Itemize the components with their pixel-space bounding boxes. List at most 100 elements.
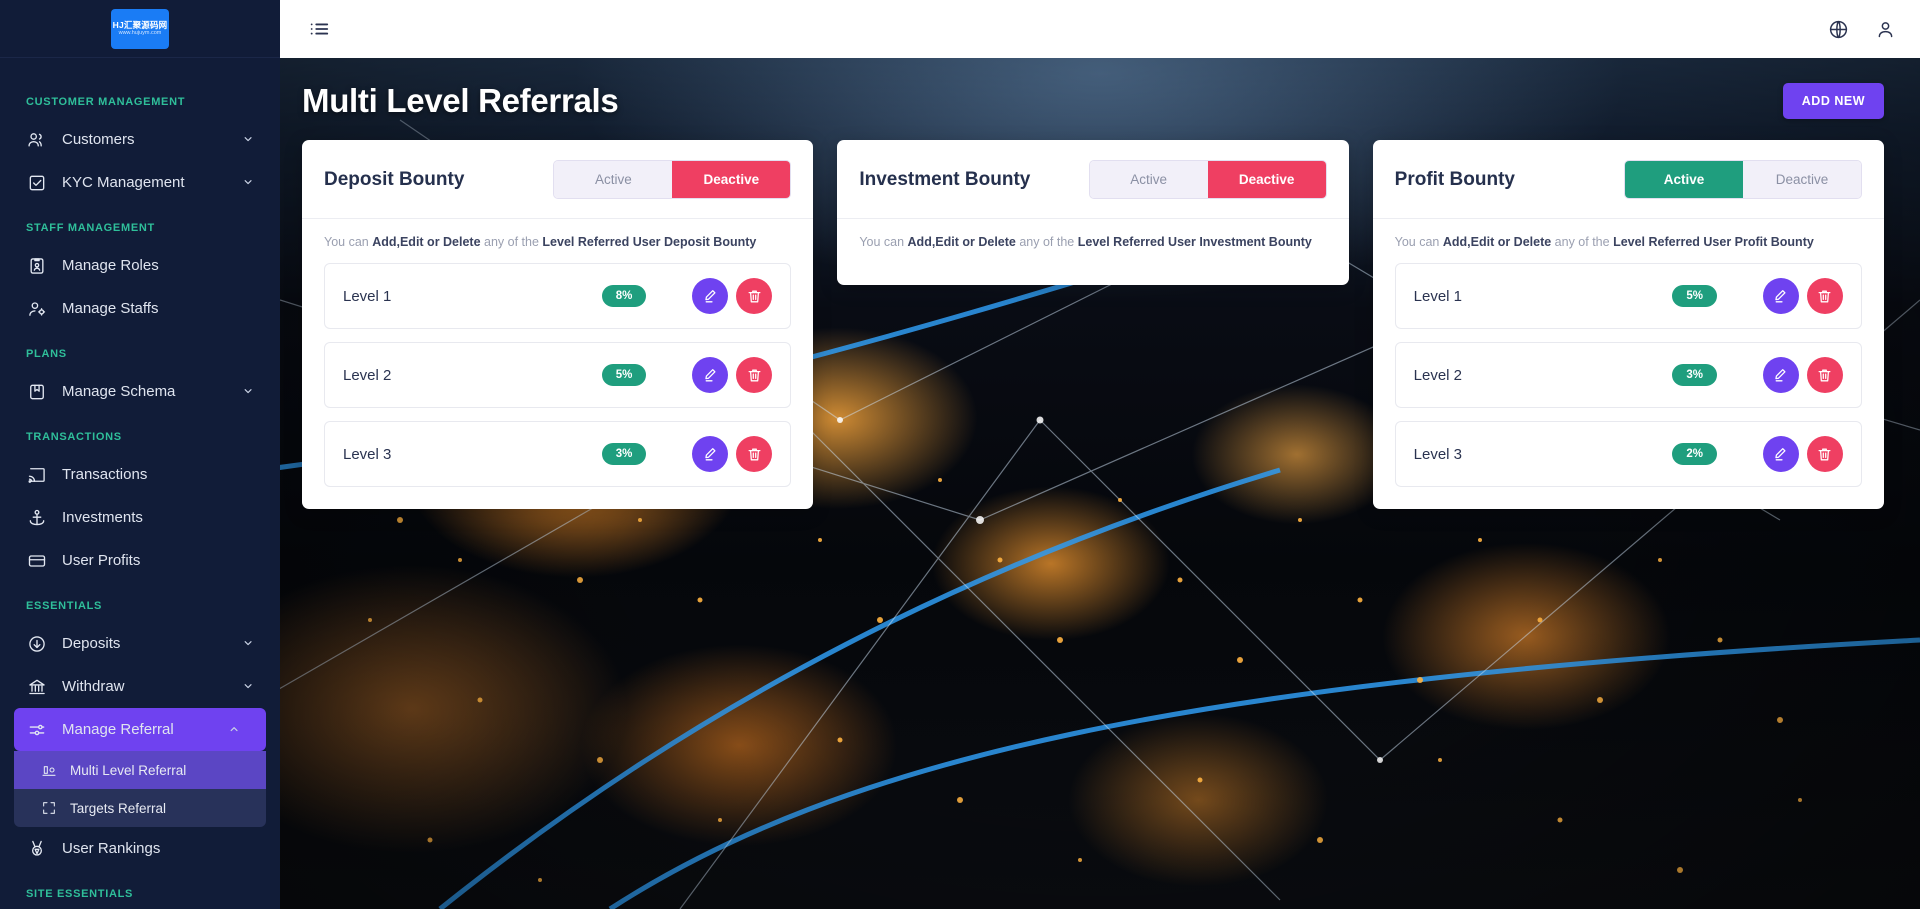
delete-level-button[interactable] bbox=[1806, 278, 1843, 314]
hint-subject: Level Referred User Deposit Bounty bbox=[542, 235, 757, 249]
card-title: Investment Bounty bbox=[859, 168, 1031, 190]
toggle-active-button[interactable]: Active bbox=[1624, 161, 1743, 198]
delete-level-button[interactable] bbox=[736, 357, 773, 393]
edit-level-button[interactable] bbox=[1762, 357, 1799, 393]
level-row: Level 1 5% bbox=[1394, 263, 1862, 329]
delete-level-button[interactable] bbox=[1806, 436, 1843, 472]
sidebar-item-manage-schema[interactable]: Manage Schema bbox=[0, 370, 280, 413]
sidebar-item-deposits[interactable]: Deposits bbox=[0, 622, 280, 665]
level-row: Level 3 3% bbox=[324, 421, 792, 487]
sidebar-item-manage-roles[interactable]: Manage Roles bbox=[0, 244, 280, 287]
card-body: You can Add,Edit or Delete any of the Le… bbox=[1373, 219, 1884, 509]
level-row: Level 3 2% bbox=[1394, 421, 1862, 487]
level-actions bbox=[1762, 436, 1843, 472]
hint-middle: any of the bbox=[480, 235, 543, 249]
delete-level-button[interactable] bbox=[736, 436, 773, 472]
app-root: HJ汇聚源码网 www.hujuym.com CUSTOMER MANAGEME… bbox=[0, 0, 1920, 909]
level-name: Level 3 bbox=[343, 445, 392, 463]
sidebar-subitem-multi-level-referral[interactable]: Multi Level Referral bbox=[14, 751, 266, 789]
add-new-button[interactable]: ADD NEW bbox=[1782, 83, 1884, 119]
level-actions bbox=[692, 278, 773, 314]
users-icon bbox=[26, 129, 48, 151]
hint-subject: Level Referred User Investment Bounty bbox=[1077, 235, 1312, 249]
chevron-down-icon bbox=[244, 133, 258, 147]
sidebar-item-user-rankings[interactable]: User Rankings bbox=[0, 827, 280, 870]
hint-actions: Add,Edit or Delete bbox=[1442, 235, 1552, 249]
sidebar-item-label: Manage Staffs bbox=[62, 300, 159, 317]
sidebar-section-label: TRANSACTIONS bbox=[26, 431, 122, 443]
sidebar-item-label: Customers bbox=[62, 131, 135, 148]
toggle-deactive-button[interactable]: Deactive bbox=[1207, 161, 1326, 198]
sidebar-subitem-label: Multi Level Referral bbox=[70, 762, 187, 778]
hint-middle: any of the bbox=[1551, 235, 1614, 249]
level-percent-badge: 5% bbox=[601, 364, 647, 386]
sidebar-item-kyc-management[interactable]: KYC Management bbox=[0, 161, 280, 204]
sidebar-item-label: Withdraw bbox=[62, 678, 125, 695]
hint-prefix: You can bbox=[859, 235, 908, 249]
sidebar-section-label: ESSENTIALS bbox=[26, 600, 103, 612]
list-menu-icon[interactable] bbox=[308, 18, 330, 40]
hint-prefix: You can bbox=[324, 235, 373, 249]
sidebar-item-transactions[interactable]: Transactions bbox=[0, 453, 280, 496]
sidebar-item-label: User Rankings bbox=[62, 840, 161, 857]
edit-level-button[interactable] bbox=[1762, 436, 1799, 472]
check-square-icon bbox=[26, 172, 48, 194]
toggle-deactive-button[interactable]: Deactive bbox=[672, 161, 791, 198]
card-body: You can Add,Edit or Delete any of the Le… bbox=[837, 219, 1348, 285]
sidebar-subitem-targets-referral[interactable]: Targets Referral bbox=[14, 789, 266, 827]
bounty-cards-container: Deposit Bounty Active Deactive You can Add,… bbox=[280, 140, 1920, 509]
sidebar-item-manage-referral[interactable]: Manage Referral bbox=[14, 708, 266, 751]
card-body: You can Add,Edit or Delete any of the Le… bbox=[302, 219, 813, 509]
sidebar-item-customers[interactable]: Customers bbox=[0, 118, 280, 161]
sidebar-section-label: STAFF MANAGEMENT bbox=[26, 222, 155, 234]
bounty-card-deposit-bounty: Deposit Bounty Active Deactive You can Add,… bbox=[302, 140, 814, 509]
chevron-down-icon bbox=[244, 385, 258, 399]
sidebar-section-label: CUSTOMER MANAGEMENT bbox=[26, 96, 186, 108]
hint-prefix: You can bbox=[1394, 235, 1443, 249]
toggle-active-button[interactable]: Active bbox=[1089, 161, 1208, 198]
sidebar-item-user-profits[interactable]: User Profits bbox=[0, 539, 280, 582]
level-actions bbox=[692, 436, 773, 472]
level-name: Level 2 bbox=[1413, 366, 1463, 384]
card-hint-text: You can Add,Edit or Delete any of the Le… bbox=[859, 235, 1326, 249]
hint-actions: Add,Edit or Delete bbox=[372, 235, 481, 249]
edit-level-button[interactable] bbox=[1762, 278, 1799, 314]
card-hint-text: You can Add,Edit or Delete any of the Le… bbox=[1395, 235, 1862, 249]
medal-icon bbox=[26, 838, 48, 860]
sidebar-item-investments[interactable]: Investments bbox=[0, 496, 280, 539]
card-header: Investment Bounty Active Deactive bbox=[837, 140, 1349, 219]
toggle-active-button[interactable]: Active bbox=[554, 161, 673, 198]
delete-level-button[interactable] bbox=[1806, 357, 1843, 393]
edit-level-button[interactable] bbox=[692, 357, 729, 393]
edit-level-button[interactable] bbox=[692, 436, 729, 472]
toggle-deactive-button[interactable]: Deactive bbox=[1742, 161, 1861, 198]
user-icon[interactable] bbox=[1875, 19, 1896, 40]
arrow-down-circle-icon bbox=[26, 633, 48, 655]
user-cog-icon bbox=[26, 298, 48, 320]
logo[interactable]: HJ汇聚源码网 www.hujuym.com bbox=[0, 0, 280, 58]
credit-card-icon bbox=[26, 550, 48, 572]
status-toggle: Active Deactive bbox=[553, 160, 792, 199]
anchor-icon bbox=[26, 507, 48, 529]
page-title: Multi Level Referrals bbox=[302, 82, 619, 119]
sidebar-item-label: Manage Referral bbox=[62, 721, 174, 738]
globe-icon[interactable] bbox=[1828, 19, 1849, 40]
sidebar-item-withdraw[interactable]: Withdraw bbox=[0, 665, 280, 708]
bar-chart-icon bbox=[40, 761, 58, 779]
level-name: Level 1 bbox=[343, 287, 392, 305]
page-header: Multi Level Referrals ADD NEW bbox=[280, 58, 1920, 140]
sidebar-item-label: Transactions bbox=[62, 466, 148, 483]
sidebar-section-label: SITE ESSENTIALS bbox=[26, 888, 134, 900]
card-title: Profit Bounty bbox=[1394, 168, 1515, 190]
sidebar-submenu: Multi Level Referral Targets Referral bbox=[14, 751, 266, 827]
logo-main-text: HJ汇聚源码网 bbox=[112, 19, 168, 30]
sidebar-item-manage-staffs[interactable]: Manage Staffs bbox=[0, 287, 280, 330]
sidebar-item-label: Manage Schema bbox=[62, 383, 176, 400]
topbar-actions bbox=[1828, 19, 1896, 40]
card-title: Deposit Bounty bbox=[324, 168, 465, 190]
sidebar-item-label: Manage Roles bbox=[62, 257, 159, 274]
level-actions bbox=[1762, 278, 1843, 314]
card-hint-text: You can Add,Edit or Delete any of the Le… bbox=[324, 235, 791, 249]
edit-level-button[interactable] bbox=[692, 278, 729, 314]
delete-level-button[interactable] bbox=[736, 278, 773, 314]
